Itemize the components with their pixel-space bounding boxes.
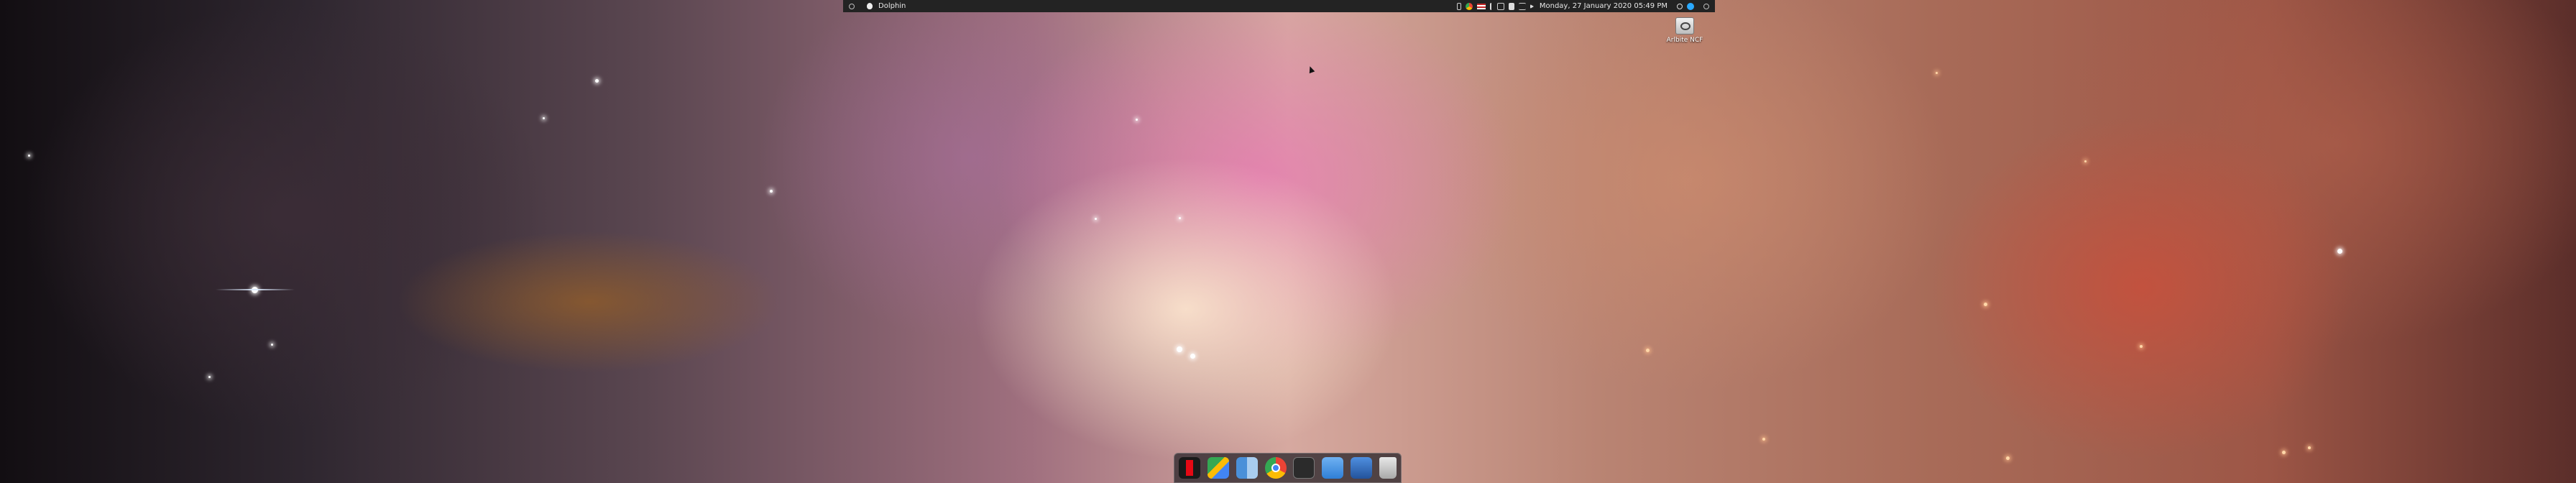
star-decor <box>2006 456 2010 460</box>
star-decor <box>2308 446 2311 449</box>
star-decor <box>1762 438 1765 441</box>
battery-icon[interactable] <box>1456 2 1461 10</box>
clipboard-icon[interactable] <box>1508 2 1514 10</box>
flag-us-icon[interactable] <box>1476 3 1486 9</box>
star-decor <box>1095 218 1097 220</box>
panel-left-section: Dolphin <box>843 0 909 12</box>
desktop-icon-label: Arlbite NCF <box>1666 37 1703 44</box>
star-decor <box>1646 349 1650 352</box>
star-decor <box>770 190 773 193</box>
dock <box>1174 453 1402 483</box>
bluetooth-icon[interactable] <box>1489 2 1493 10</box>
power-icon[interactable] <box>1703 3 1709 9</box>
clock-datetime[interactable]: Monday, 27 January 2020 05:49 PM <box>1540 0 1668 12</box>
network-icon[interactable] <box>1496 2 1504 10</box>
chrome-center <box>1271 464 1280 472</box>
top-panel: Dolphin Monday, 27 January 2020 05:49 PM <box>843 0 1715 12</box>
search-icon[interactable] <box>1677 3 1683 9</box>
apple-icon[interactable] <box>867 3 873 9</box>
activities-icon[interactable] <box>849 3 855 9</box>
desktop-icon-drive[interactable]: Arlbite NCF <box>1666 17 1703 45</box>
panel-right-section: Monday, 27 January 2020 05:49 PM <box>1455 0 1715 12</box>
netflix-n-glyph <box>1186 460 1193 476</box>
star-decor <box>1984 303 1987 306</box>
maps-icon[interactable] <box>1207 457 1229 479</box>
star-decor <box>1179 217 1181 219</box>
chrome-icon[interactable] <box>1465 2 1473 10</box>
star-decor <box>543 117 545 119</box>
notification-icon[interactable] <box>1687 2 1694 10</box>
star-decor <box>2337 249 2342 254</box>
trash-icon[interactable] <box>1379 457 1397 479</box>
star-decor <box>28 155 30 157</box>
star-decor <box>2140 345 2143 348</box>
mouse-cursor <box>1307 65 1315 74</box>
drive-icon <box>1675 17 1694 34</box>
terminal-icon[interactable] <box>1293 457 1315 479</box>
star-decor <box>2282 451 2286 454</box>
star-decor <box>1936 72 1938 74</box>
star-decor <box>208 376 211 378</box>
downloads-icon[interactable] <box>1351 457 1373 479</box>
code-icon[interactable] <box>1518 2 1526 10</box>
star-decor <box>1190 354 1195 359</box>
netflix-icon[interactable] <box>1179 457 1200 479</box>
star-decor <box>1136 119 1138 121</box>
star-decor <box>1177 346 1182 352</box>
desktop-wallpaper: Dolphin Monday, 27 January 2020 05:49 PM… <box>0 0 2576 483</box>
files-icon[interactable] <box>1322 457 1344 479</box>
finder-icon[interactable] <box>1236 457 1258 479</box>
star-decor <box>271 344 273 346</box>
star-flare <box>216 289 295 290</box>
volume-icon[interactable] <box>1530 4 1534 9</box>
star-decor <box>595 79 599 83</box>
active-app-name[interactable]: Dolphin <box>878 0 906 12</box>
chrome-icon[interactable] <box>1264 457 1287 479</box>
star-decor <box>2084 160 2087 162</box>
